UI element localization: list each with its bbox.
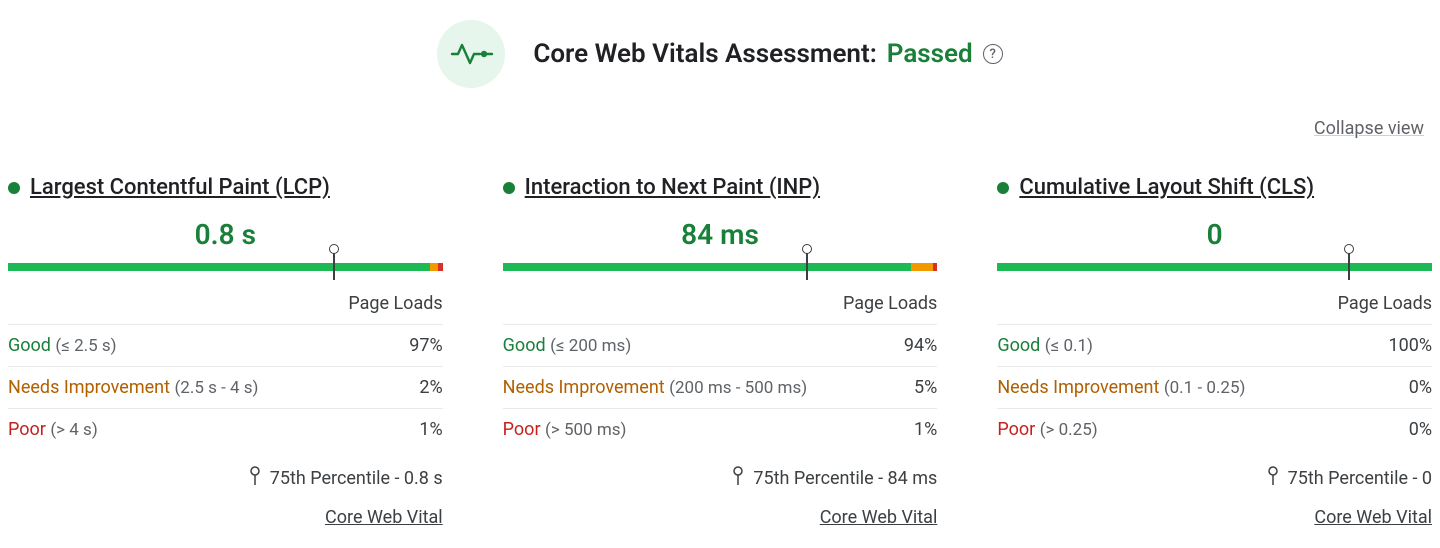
percentile-marker-icon	[1348, 252, 1350, 280]
metric-row-poor: Poor (> 500 ms) 1%	[503, 408, 938, 450]
distribution-bar	[8, 255, 443, 275]
assessment-header: Core Web Vitals Assessment: Passed ?	[8, 20, 1432, 88]
help-icon[interactable]: ?	[983, 44, 1003, 64]
metric-title-link[interactable]: Interaction to Next Paint (INP)	[525, 175, 820, 200]
pin-icon	[248, 466, 262, 491]
metric-row-ni: Needs Improvement (0.1 - 0.25) 0%	[997, 366, 1432, 408]
pin-icon	[1266, 466, 1280, 491]
metric-card: Cumulative Layout Shift (CLS) 0 Page Loa…	[997, 175, 1432, 528]
status-dot-icon	[503, 182, 515, 194]
assessment-status: Passed	[887, 39, 973, 69]
pin-icon	[731, 466, 745, 491]
page-loads-header: Page Loads	[8, 293, 443, 314]
percentile-footer: 75th Percentile - 0	[997, 466, 1432, 491]
distribution-bar	[997, 255, 1432, 275]
core-web-vital-link[interactable]: Core Web Vital	[820, 507, 938, 528]
status-dot-icon	[997, 182, 1009, 194]
pulse-icon	[437, 20, 505, 88]
metric-row-poor: Poor (> 0.25) 0%	[997, 408, 1432, 450]
metric-row-ni: Needs Improvement (200 ms - 500 ms) 5%	[503, 366, 938, 408]
core-web-vital-link[interactable]: Core Web Vital	[1314, 507, 1432, 528]
percentile-footer: 75th Percentile - 84 ms	[503, 466, 938, 491]
core-web-vital-link[interactable]: Core Web Vital	[325, 507, 443, 528]
percentile-footer: 75th Percentile - 0.8 s	[8, 466, 443, 491]
metric-row-good: Good (≤ 200 ms) 94%	[503, 324, 938, 366]
metric-row-ni: Needs Improvement (2.5 s - 4 s) 2%	[8, 366, 443, 408]
metric-card: Interaction to Next Paint (INP) 84 ms Pa…	[503, 175, 938, 528]
assessment-title-line: Core Web Vitals Assessment: Passed ?	[533, 39, 1002, 69]
assessment-title-prefix: Core Web Vitals Assessment:	[533, 39, 876, 69]
metric-card: Largest Contentful Paint (LCP) 0.8 s Pag…	[8, 175, 443, 528]
metric-title-link[interactable]: Largest Contentful Paint (LCP)	[30, 175, 330, 200]
page-loads-header: Page Loads	[503, 293, 938, 314]
status-dot-icon	[8, 182, 20, 194]
distribution-bar	[503, 255, 938, 275]
percentile-marker-icon	[333, 252, 335, 280]
metric-row-good: Good (≤ 2.5 s) 97%	[8, 324, 443, 366]
percentile-marker-icon	[806, 252, 808, 280]
metric-row-poor: Poor (> 4 s) 1%	[8, 408, 443, 450]
metrics-cards: Largest Contentful Paint (LCP) 0.8 s Pag…	[8, 175, 1432, 528]
metric-title-link[interactable]: Cumulative Layout Shift (CLS)	[1019, 175, 1314, 200]
metric-value: 0.8 s	[8, 218, 443, 251]
page-loads-header: Page Loads	[997, 293, 1432, 314]
metric-value: 0	[997, 218, 1432, 251]
metric-row-good: Good (≤ 0.1) 100%	[997, 324, 1432, 366]
metric-value: 84 ms	[503, 218, 938, 251]
collapse-view-link[interactable]: Collapse view	[1314, 118, 1424, 139]
